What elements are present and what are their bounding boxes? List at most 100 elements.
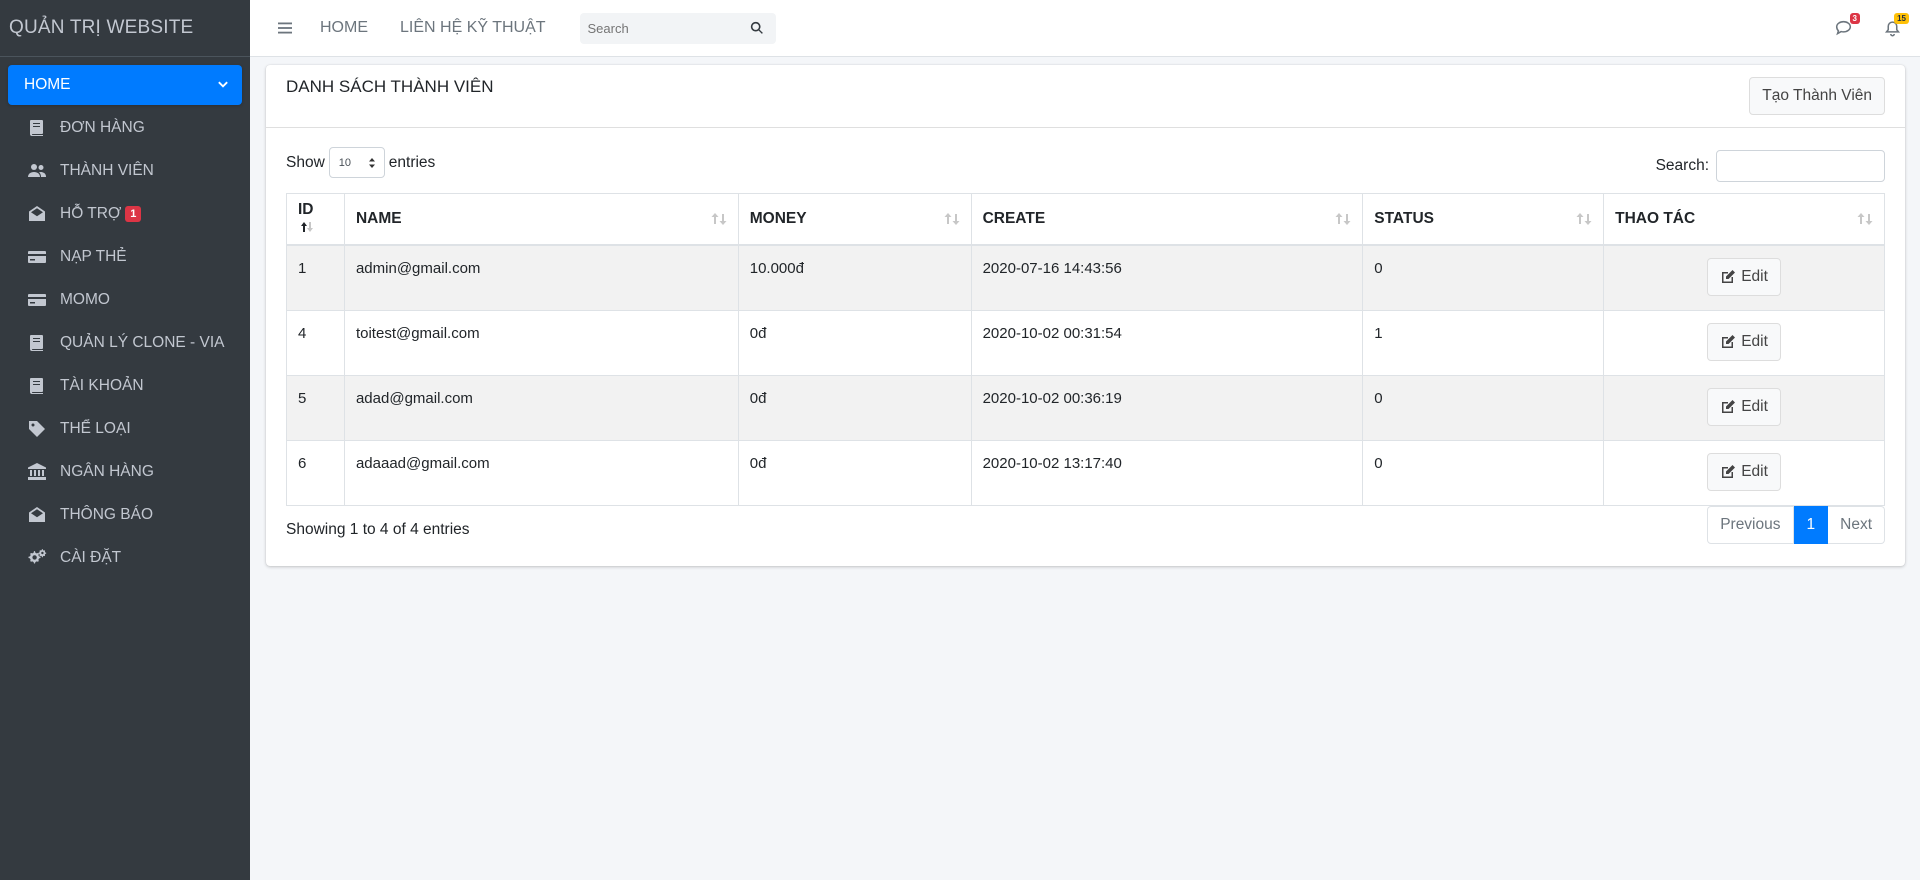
sidebar-item-label: HOME <box>24 76 71 93</box>
page-length-control: Show 10 entries <box>286 147 435 178</box>
cell-status: 0 <box>1362 244 1605 311</box>
envelope-open-icon <box>26 203 48 225</box>
sidebar-item-label: CÀI ĐẶT <box>60 549 122 566</box>
cell-name: adad@gmail.com <box>343 374 739 441</box>
sidebar-item-label: MOMO <box>60 291 110 308</box>
page-length-select[interactable]: 10 <box>328 147 385 178</box>
sidebar-item-label: NGÂN HÀNG <box>60 463 154 480</box>
sidebar-item-label: NẠP THẺ <box>60 248 127 265</box>
sidebar-item-notifications[interactable]: THÔNG BÁO <box>8 495 242 535</box>
pagination: Previous 1 Next <box>1707 506 1885 544</box>
bell-icon[interactable]: 15 <box>1880 13 1909 40</box>
sidebar-item-label: HỖ TRỢ <box>60 205 122 222</box>
support-count-badge: 1 <box>125 206 142 222</box>
entries-label: entries <box>388 153 436 171</box>
column-header-actions[interactable]: THAO TÁC <box>1603 193 1885 246</box>
edit-button[interactable]: Edit <box>1707 322 1781 361</box>
sidebar-item-label: ĐƠN HÀNG <box>60 119 145 136</box>
card-header: DANH SÁCH THÀNH VIÊN Tạo Thành Viên <box>266 65 1905 128</box>
menu-toggle-icon[interactable] <box>270 13 300 43</box>
sort-icon <box>1575 211 1593 227</box>
nav-link-home[interactable]: HOME <box>320 19 368 37</box>
sidebar-item-label: THÀNH VIÊN <box>60 162 154 179</box>
pagination-next[interactable]: Next <box>1828 506 1885 544</box>
tag-icon <box>26 418 48 440</box>
cell-status: 1 <box>1362 309 1605 376</box>
nav-link-tech-contact[interactable]: LIÊN HỆ KỸ THUẬT <box>400 19 546 37</box>
table-search-input[interactable] <box>1716 150 1885 182</box>
sidebar-item-label: THÔNG BÁO <box>60 506 154 523</box>
cell-money: 0đ <box>737 439 972 506</box>
table-row: 6 adaaad@gmail.com 0đ 2020-10-02 13:17:4… <box>286 439 1885 506</box>
sidebar-item-topup-card[interactable]: NẠP THẺ <box>8 237 242 277</box>
sort-ascending-icon <box>301 221 313 232</box>
cell-name: admin@gmail.com <box>343 244 739 311</box>
cell-name: toitest@gmail.com <box>343 309 739 376</box>
page-title: DANH SÁCH THÀNH VIÊN <box>286 77 494 96</box>
cell-status: 0 <box>1362 439 1605 506</box>
table-row: 5 adad@gmail.com 0đ 2020-10-02 00:36:19 … <box>286 374 1885 441</box>
sort-icon <box>943 211 961 227</box>
table-search-label: Search: <box>1655 157 1709 174</box>
sidebar-item-support[interactable]: HỖ TRỢ 1 <box>8 194 242 234</box>
page-length-value: 10 <box>338 156 352 169</box>
cell-actions: Edit <box>1603 309 1885 376</box>
edit-button[interactable]: Edit <box>1707 452 1781 491</box>
book-icon <box>26 117 48 139</box>
brand-link[interactable]: QUẢN TRỊ WEBSITE <box>0 0 250 57</box>
sort-icon <box>710 211 728 227</box>
sidebar-item-label: TÀI KHOẢN <box>60 377 144 394</box>
cell-money: 0đ <box>737 374 972 441</box>
notifications-badge: 15 <box>1894 13 1909 24</box>
messages-icon[interactable]: 3 <box>1831 13 1860 40</box>
cell-create: 2020-10-02 13:17:40 <box>970 439 1364 506</box>
column-header-id[interactable]: ID <box>286 193 345 246</box>
column-header-create[interactable]: CREATE <box>970 193 1364 246</box>
cogs-icon <box>26 547 48 569</box>
sidebar-nav: HOME ĐƠN HÀNG THÀNH VIÊN HỖ TRỢ 1 NẠP TH… <box>0 57 250 589</box>
cell-create: 2020-10-02 00:36:19 <box>970 374 1364 441</box>
edit-button[interactable]: Edit <box>1707 257 1781 296</box>
table-header-row: ID NAME MONEY CREATE STATUS THAO TÁC <box>286 193 1885 246</box>
edit-button[interactable]: Edit <box>1707 387 1781 426</box>
cell-id: 5 <box>286 374 345 441</box>
sort-icon <box>1856 211 1874 227</box>
table-info: Showing 1 to 4 of 4 entries <box>286 521 470 538</box>
credit-card-icon <box>26 246 48 268</box>
members-card: DANH SÁCH THÀNH VIÊN Tạo Thành Viên Show… <box>266 65 1905 566</box>
table-row: 1 admin@gmail.com 10.000đ 2020-07-16 14:… <box>286 244 1885 311</box>
sidebar-item-categories[interactable]: THỂ LOẠI <box>8 409 242 449</box>
sidebar-item-accounts[interactable]: TÀI KHOẢN <box>8 366 242 406</box>
edit-icon <box>1722 399 1736 413</box>
chevron-down-icon <box>216 78 230 92</box>
messages-badge: 3 <box>1849 13 1860 24</box>
create-member-button[interactable]: Tạo Thành Viên <box>1749 77 1885 115</box>
cell-id: 1 <box>286 244 345 311</box>
envelope-open-icon <box>26 504 48 526</box>
table-row: 4 toitest@gmail.com 0đ 2020-10-02 00:31:… <box>286 309 1885 376</box>
column-header-money[interactable]: MONEY <box>737 193 972 246</box>
pagination-page-1[interactable]: 1 <box>1793 506 1829 544</box>
pagination-previous[interactable]: Previous <box>1707 506 1794 544</box>
navbar-search-input[interactable] <box>579 12 740 44</box>
column-header-name[interactable]: NAME <box>343 193 739 246</box>
search-icon[interactable] <box>740 13 774 44</box>
sidebar-item-home[interactable]: HOME <box>8 65 242 105</box>
book-icon <box>26 375 48 397</box>
sidebar-item-label: QUẢN LÝ CLONE - VIA <box>60 334 225 351</box>
navbar-right-icons: 3 15 <box>1806 13 1909 40</box>
sidebar-item-orders[interactable]: ĐƠN HÀNG <box>8 108 242 148</box>
cell-actions: Edit <box>1603 439 1885 506</box>
sort-icon <box>1334 211 1352 227</box>
sidebar-item-momo[interactable]: MOMO <box>8 280 242 320</box>
column-header-status[interactable]: STATUS <box>1362 193 1605 246</box>
cell-actions: Edit <box>1603 244 1885 311</box>
sidebar-item-clone-via[interactable]: QUẢN LÝ CLONE - VIA <box>8 323 242 363</box>
members-table: ID NAME MONEY CREATE STATUS THAO TÁC 1 a… <box>286 193 1885 506</box>
sidebar-item-banks[interactable]: NGÂN HÀNG <box>8 452 242 492</box>
users-icon <box>26 160 48 182</box>
brand-text: QUẢN TRỊ WEBSITE <box>9 17 194 38</box>
sidebar-item-settings[interactable]: CÀI ĐẶT <box>8 538 242 578</box>
sidebar-item-members[interactable]: THÀNH VIÊN <box>8 151 242 191</box>
sidebar: QUẢN TRỊ WEBSITE HOME ĐƠN HÀNG THÀNH VIÊ… <box>0 0 250 880</box>
